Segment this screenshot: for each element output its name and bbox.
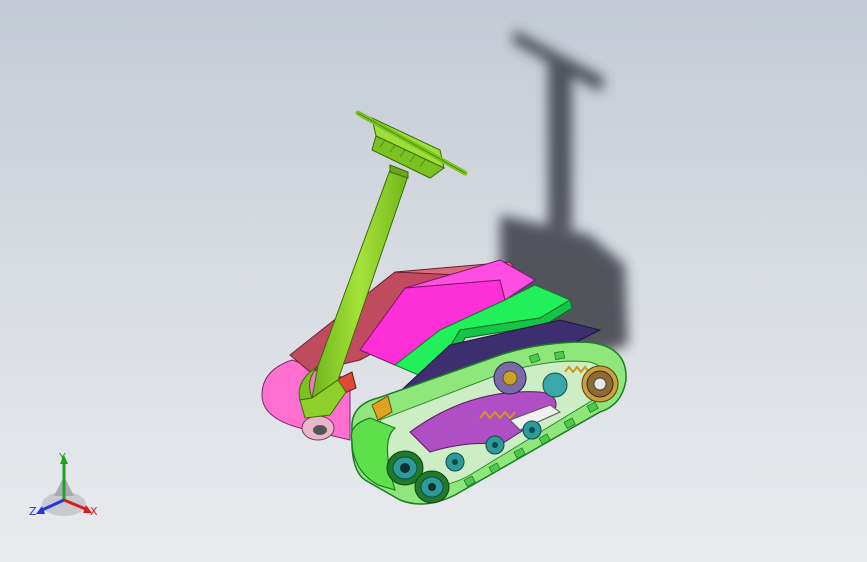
z-axis-label: Z: [29, 505, 37, 518]
model-scene[interactable]: [0, 0, 867, 562]
x-axis-label: X: [90, 505, 98, 518]
cad-viewport[interactable]: Y X Z: [0, 0, 867, 562]
y-axis-label: Y: [59, 451, 66, 464]
axis-triad[interactable]: [36, 455, 92, 516]
